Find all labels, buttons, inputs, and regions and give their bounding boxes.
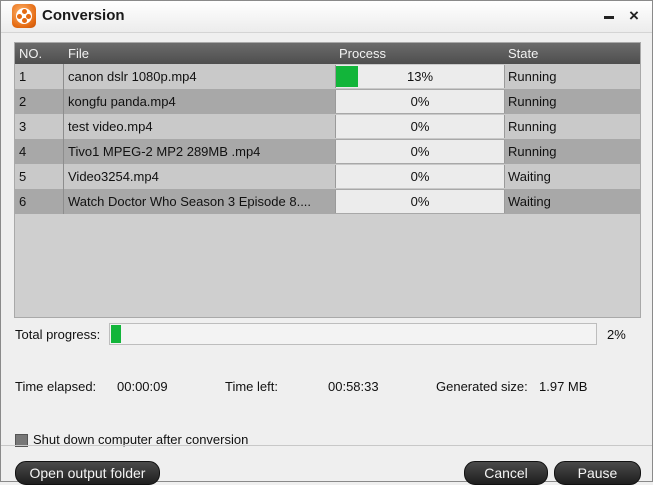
column-separator — [63, 114, 64, 139]
row-file-name: kongfu panda.mp4 — [68, 94, 176, 109]
total-progress-bar — [109, 323, 597, 345]
row-state: Running — [508, 94, 557, 109]
row-file-name: test video.mp4 — [68, 119, 153, 134]
row-state: Running — [508, 69, 557, 84]
column-separator — [63, 89, 64, 114]
header-state[interactable]: State — [508, 46, 538, 61]
row-progress-bar: 0% — [335, 140, 505, 163]
time-elapsed-value: 00:00:09 — [117, 379, 168, 394]
row-file-name: canon dslr 1080p.mp4 — [68, 69, 197, 84]
header-no[interactable]: NO. — [19, 46, 42, 61]
table-header: NO. File Process State — [15, 43, 640, 64]
row-number: 6 — [19, 194, 27, 209]
close-icon[interactable]: × — [625, 5, 643, 27]
table-row[interactable]: 4 Tivo1 MPEG-2 MP2 289MB .mp4 0% Running — [15, 139, 640, 164]
time-left-value: 00:58:33 — [328, 379, 379, 394]
footer-divider — [1, 445, 652, 446]
row-progress-bar: 0% — [335, 115, 505, 138]
row-progress-bar: 0% — [335, 165, 505, 188]
column-separator — [63, 64, 64, 89]
row-progress-percent: 0% — [410, 169, 430, 184]
row-number: 4 — [19, 144, 27, 159]
generated-size-label: Generated size: — [436, 379, 528, 394]
table-row[interactable]: 1 canon dslr 1080p.mp4 13% Running — [15, 64, 640, 89]
row-number: 5 — [19, 169, 27, 184]
row-progress-bar: 13% — [335, 65, 505, 88]
table-row[interactable]: 5 Video3254.mp4 0% Waiting — [15, 164, 640, 189]
table-row[interactable]: 6 Watch Doctor Who Season 3 Episode 8....… — [15, 189, 640, 214]
row-state: Waiting — [508, 169, 551, 184]
total-progress-percent: 2% — [607, 327, 626, 342]
row-progress-percent: 0% — [410, 194, 430, 209]
window-title: Conversion — [42, 7, 125, 24]
title-bar: Conversion × — [1, 1, 652, 33]
row-file-name: Watch Doctor Who Season 3 Episode 8.... — [68, 194, 312, 209]
table-body: 1 canon dslr 1080p.mp4 13% Running 2 kongfu p… — [15, 64, 640, 214]
time-left-label: Time left: — [225, 379, 278, 394]
row-state: Running — [508, 119, 557, 134]
cancel-button[interactable]: Cancel — [464, 461, 548, 485]
column-separator — [63, 139, 64, 164]
close-glyph: × — [629, 6, 639, 25]
row-progress-percent: 13% — [406, 69, 434, 84]
minimize-icon[interactable] — [600, 5, 618, 27]
row-number: 1 — [19, 69, 27, 84]
open-output-folder-button[interactable]: Open output folder — [15, 461, 160, 485]
generated-size-value: 1.97 MB — [539, 379, 588, 394]
table-row[interactable]: 3 test video.mp4 0% Running — [15, 114, 640, 139]
column-separator — [63, 189, 64, 214]
time-elapsed-label: Time elapsed: — [15, 379, 97, 394]
row-file-name: Tivo1 MPEG-2 MP2 289MB .mp4 — [68, 144, 261, 159]
column-separator — [63, 164, 64, 189]
row-progress-percent: 0% — [410, 119, 430, 134]
row-progress-percent: 0% — [410, 144, 430, 159]
total-progress-label: Total progress: — [15, 327, 101, 342]
conversion-window: Conversion × NO. File Process State 1 can… — [0, 0, 653, 485]
row-progress-percent: 0% — [410, 94, 430, 109]
row-number: 3 — [19, 119, 27, 134]
row-state: Running — [508, 144, 557, 159]
row-number: 2 — [19, 94, 27, 109]
row-state: Waiting — [508, 194, 551, 209]
row-progress-bar: 0% — [335, 90, 505, 113]
conversion-table: NO. File Process State 1 canon dslr 1080p… — [14, 42, 641, 318]
table-row[interactable]: 2 kongfu panda.mp4 0% Running — [15, 89, 640, 114]
header-process[interactable]: Process — [339, 46, 386, 61]
total-progress-fill — [111, 325, 121, 343]
row-progress-bar: 0% — [335, 190, 505, 213]
header-file[interactable]: File — [68, 46, 89, 61]
pause-button[interactable]: Pause — [554, 461, 641, 485]
video-reel-icon — [12, 4, 36, 28]
row-file-name: Video3254.mp4 — [68, 169, 159, 184]
